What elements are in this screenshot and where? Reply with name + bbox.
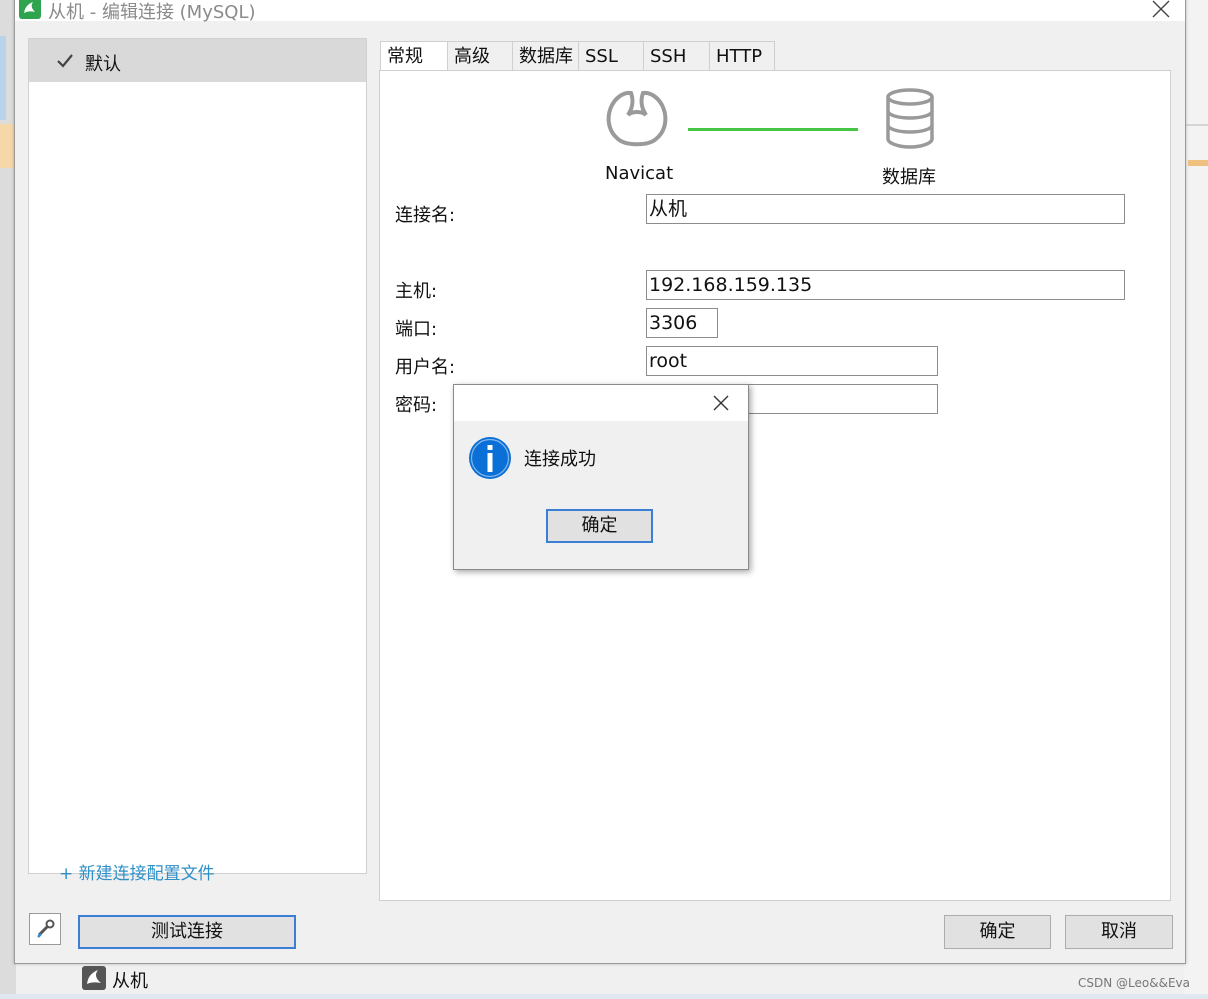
database-label: 数据库 xyxy=(882,167,936,188)
navicat-app-icon xyxy=(19,0,41,19)
background-strip xyxy=(0,124,14,168)
cancel-button[interactable]: 取消 xyxy=(1065,915,1173,949)
watermark: CSDN @Leo&&Eva xyxy=(1078,976,1190,990)
dialog-close-icon[interactable] xyxy=(712,394,730,412)
ok-button[interactable]: 确定 xyxy=(944,915,1051,949)
new-profile-link[interactable]: + 新建连接配置文件 xyxy=(59,859,215,884)
tools-button[interactable] xyxy=(29,913,61,945)
host-label: 主机: xyxy=(395,281,438,302)
tab-advanced[interactable]: 高级 xyxy=(447,41,513,70)
background-strip xyxy=(1188,160,1208,166)
background-strip xyxy=(0,36,6,120)
connection-success-dialog: 连接成功 确定 xyxy=(453,384,749,570)
tab-general[interactable]: 常规 xyxy=(380,41,448,72)
profile-sidebar: 默认 + 新建连接配置文件 xyxy=(28,38,367,884)
navicat-label: Navicat xyxy=(605,163,674,184)
connection-graphic: Navicat 数据库 xyxy=(380,71,1170,191)
bottom-strip xyxy=(0,994,1208,999)
connection-status-line xyxy=(688,128,858,131)
dialog-titlebar[interactable] xyxy=(454,385,748,421)
profile-item-default[interactable]: 默认 xyxy=(29,39,366,82)
info-icon xyxy=(469,437,511,479)
window-titlebar[interactable]: 从机 - 编辑连接 (MySQL) xyxy=(15,0,1185,23)
navicat-app-icon xyxy=(82,966,106,990)
window-close-icon[interactable] xyxy=(1149,0,1173,21)
dialog-message: 连接成功 xyxy=(524,449,596,470)
host-input[interactable]: 192.168.159.135 xyxy=(646,270,1125,300)
check-icon xyxy=(57,54,73,68)
wrench-icon xyxy=(37,919,55,938)
background-app-right-edge xyxy=(1184,0,1208,999)
window-title: 从机 - 编辑连接 (MySQL) xyxy=(48,2,256,23)
username-input[interactable]: root xyxy=(646,346,938,376)
connection-name-input[interactable]: 从机 xyxy=(646,194,1125,224)
profile-item-label: 默认 xyxy=(85,54,121,75)
connection-name-label: 连接名: xyxy=(395,205,456,226)
tab-ssh[interactable]: SSH xyxy=(643,41,710,70)
tab-databases[interactable]: 数据库 xyxy=(512,41,579,70)
port-label: 端口: xyxy=(395,319,438,340)
database-icon xyxy=(886,88,934,149)
test-connection-button[interactable]: 测试连接 xyxy=(78,915,296,949)
username-label: 用户名: xyxy=(395,357,456,378)
background-divider xyxy=(1184,124,1208,126)
tab-ssl[interactable]: SSL xyxy=(578,41,644,70)
tab-http[interactable]: HTTP xyxy=(709,41,775,70)
navicat-logo-icon xyxy=(606,90,668,147)
password-label: 密码: xyxy=(395,395,438,416)
dialog-ok-button[interactable]: 确定 xyxy=(546,509,653,543)
port-input[interactable]: 3306 xyxy=(646,308,718,338)
taskbar-item-label: 从机 xyxy=(112,971,148,992)
